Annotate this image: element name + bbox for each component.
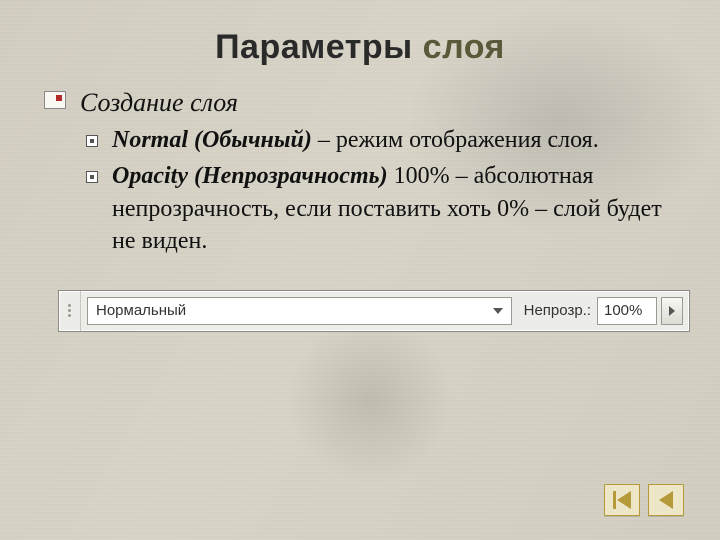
nav-prev-button[interactable]: [648, 484, 684, 516]
page-title: Параметры слоя: [44, 28, 676, 67]
opacity-label: Непрозр.:: [518, 301, 597, 321]
list-item: Opacity (Непрозрачность) 100% – абсолютн…: [44, 160, 676, 257]
triangle-left-icon: [617, 491, 631, 509]
opacity-flyout-button[interactable]: [661, 297, 683, 325]
blend-mode-value: Нормальный: [96, 301, 186, 321]
content-block: Создание слоя Normal (Обычный) – режим о…: [44, 85, 676, 332]
triangle-left-icon: [659, 491, 673, 509]
list-item: Normal (Обычный) – режим отображения сло…: [44, 124, 676, 156]
drag-handle-icon[interactable]: [59, 291, 81, 331]
term: Opacity (Непрозрачность): [112, 163, 388, 189]
square-bullet-icon: [86, 171, 98, 183]
title-word-1: Параметры: [215, 28, 413, 66]
triangle-right-icon: [669, 306, 675, 316]
slide: Параметры слоя Создание слоя Normal (Обы…: [0, 0, 720, 540]
nav-first-button[interactable]: [604, 484, 640, 516]
section-heading-row: Создание слоя: [44, 85, 676, 120]
bar-icon: [613, 491, 616, 509]
section-heading: Создание слоя: [80, 85, 238, 120]
term: Normal (Обычный): [112, 127, 312, 153]
list-item-text: Normal (Обычный) – режим отображения сло…: [112, 124, 676, 156]
opacity-value: 100%: [604, 301, 642, 321]
chevron-down-icon: [493, 308, 503, 314]
blend-mode-dropdown[interactable]: Нормальный: [87, 297, 512, 325]
layer-toolbar: Нормальный Непрозр.: 100%: [58, 290, 690, 332]
title-word-2: слоя: [423, 28, 505, 66]
square-bullet-icon: [86, 135, 98, 147]
definition: – режим отображения слоя.: [312, 127, 599, 153]
nav-controls: [604, 484, 684, 516]
image-placeholder-icon: [44, 91, 66, 109]
opacity-input[interactable]: 100%: [597, 297, 657, 325]
list-item-text: Opacity (Непрозрачность) 100% – абсолютн…: [112, 160, 676, 257]
